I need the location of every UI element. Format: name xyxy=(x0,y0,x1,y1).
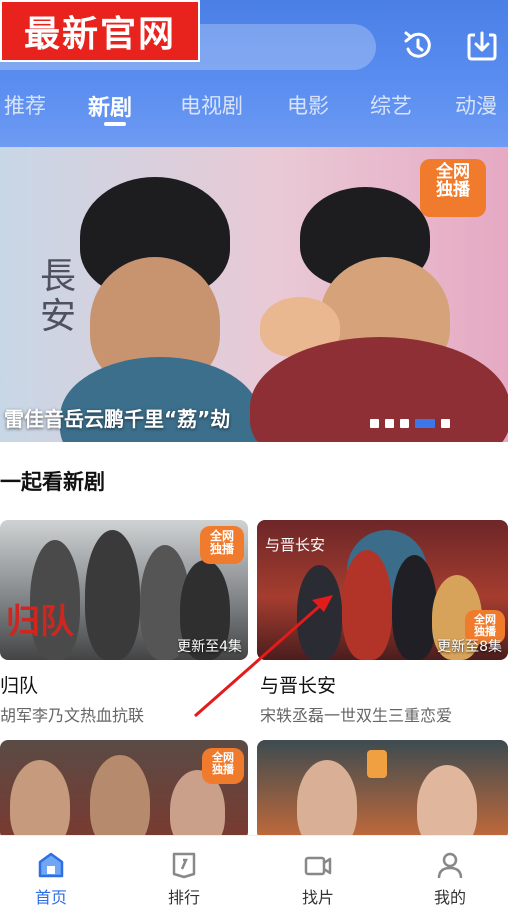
nav-ranking[interactable]: 排行 xyxy=(144,844,224,908)
category-tabs: 推荐 新剧 电视剧 电影 综艺 动漫 xyxy=(0,82,508,132)
card-1-description: 胡军李乃文热血抗联 xyxy=(0,706,145,725)
nav-profile[interactable]: 我的 xyxy=(410,844,490,908)
profile-icon xyxy=(435,850,465,880)
tab-anime[interactable]: 动漫 xyxy=(455,90,497,120)
drama-card-4[interactable] xyxy=(257,740,508,840)
carousel-dot[interactable] xyxy=(370,419,379,428)
card1-title-art: 归队 xyxy=(6,602,74,642)
banner-caption: 雷佳音岳云鹏千里“荔”劫 xyxy=(4,407,231,431)
carousel-dots xyxy=(370,419,450,428)
update-status: 更新至4集 xyxy=(177,639,242,655)
drama-card-2[interactable]: 与晋长安 全网 独播 更新至8集 xyxy=(257,520,508,660)
card4-lantern xyxy=(367,750,387,778)
tab-tv-series[interactable]: 电视剧 xyxy=(180,90,243,120)
card2-title-art: 与晋长安 xyxy=(265,536,326,554)
card1-figure xyxy=(85,530,140,660)
card2-figure xyxy=(297,565,342,660)
card3-figure xyxy=(90,755,150,840)
exclusive-badge: 全网 独播 xyxy=(202,748,244,784)
video-camera-icon xyxy=(303,850,333,880)
top-header: 最新官网 推荐 新剧 电视剧 电影 综艺 动漫 xyxy=(0,0,508,147)
active-tab-indicator xyxy=(104,122,126,126)
hero-banner[interactable]: 長安 全网 独播 雷佳音岳云鹏千里“荔”劫 xyxy=(0,147,508,442)
carousel-dot[interactable] xyxy=(400,419,409,428)
drama-card-1[interactable]: 归队 全网 独播 更新至4集 xyxy=(0,520,248,660)
carousel-dot-active[interactable] xyxy=(415,419,435,428)
history-icon[interactable] xyxy=(398,26,438,66)
nav-discover[interactable]: 找片 xyxy=(278,844,358,908)
exclusive-badge: 全网 独播 xyxy=(420,159,486,217)
card-2-title[interactable]: 与晋长安 xyxy=(260,671,336,698)
card-2-description: 宋轶丞磊一世双生三重恋爱 xyxy=(260,706,453,725)
bottom-navigation: 首页 排行 找片 我的 xyxy=(0,835,508,909)
nav-ranking-label: 排行 xyxy=(167,888,200,907)
tab-movies[interactable]: 电影 xyxy=(287,90,329,120)
tab-variety[interactable]: 综艺 xyxy=(370,90,412,120)
update-status: 更新至8集 xyxy=(437,639,502,655)
carousel-dot[interactable] xyxy=(441,419,450,428)
logo-text: 最新官网 xyxy=(23,14,176,55)
nav-discover-label: 找片 xyxy=(301,888,334,907)
carousel-dot[interactable] xyxy=(385,419,394,428)
download-icon[interactable] xyxy=(462,26,502,66)
exclusive-badge: 全网 独播 xyxy=(200,526,244,564)
card4-figure xyxy=(417,765,477,840)
card4-figure xyxy=(297,760,357,840)
banner-calligraphy-logo: 長安 xyxy=(40,256,77,337)
card2-figure xyxy=(342,550,392,660)
nav-home[interactable]: 首页 xyxy=(11,844,91,908)
home-icon xyxy=(36,850,66,880)
nav-profile-label: 我的 xyxy=(433,888,466,907)
nav-home-label: 首页 xyxy=(34,888,67,907)
tab-new-drama[interactable]: 新剧 xyxy=(88,90,132,122)
tab-recommend[interactable]: 推荐 xyxy=(4,90,46,120)
card2-figure xyxy=(392,555,437,660)
drama-card-3[interactable]: 全网 独播 xyxy=(0,740,248,840)
section-title: 一起看新剧 xyxy=(0,470,105,494)
card-1-title[interactable]: 归队 xyxy=(0,671,38,698)
card3-figure xyxy=(10,760,70,840)
watermark-logo: 最新官网 xyxy=(0,0,200,62)
ranking-icon xyxy=(169,850,199,880)
